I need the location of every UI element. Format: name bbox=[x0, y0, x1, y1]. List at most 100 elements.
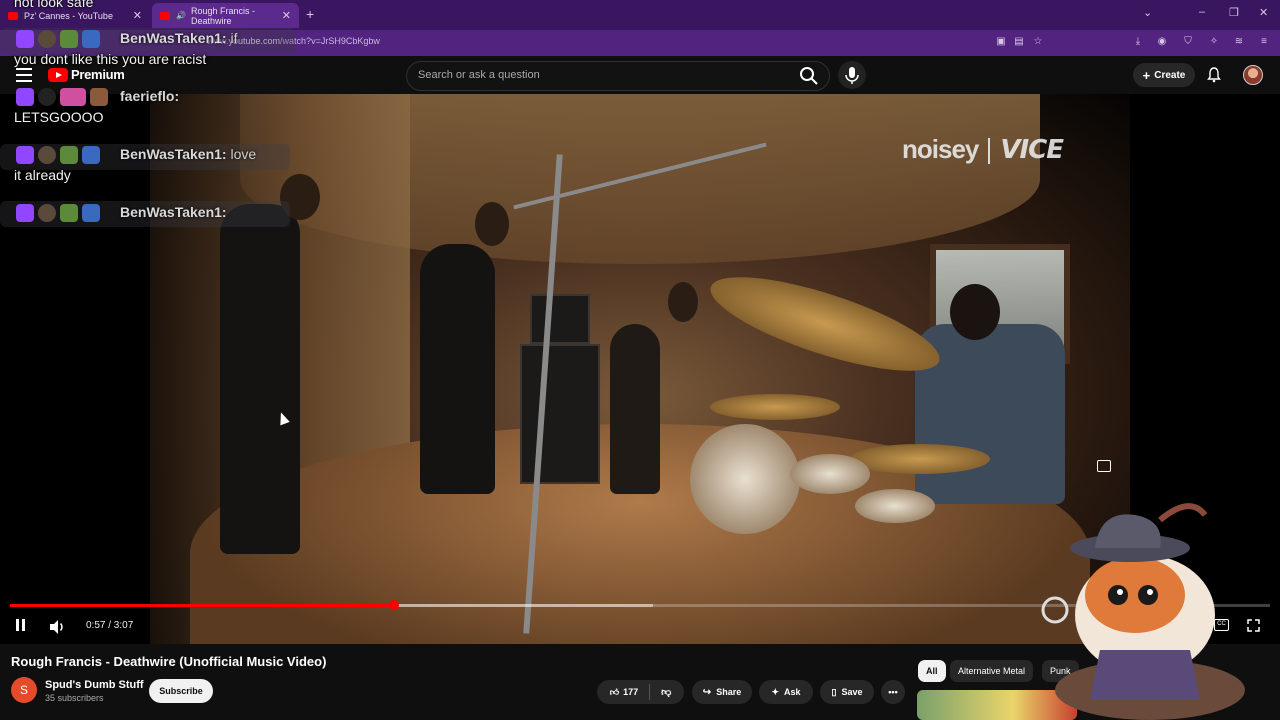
search-icon[interactable] bbox=[799, 66, 819, 86]
search-input[interactable]: Search or ask a question bbox=[418, 69, 540, 81]
picture-in-picture-icon[interactable]: ▣ bbox=[995, 36, 1007, 48]
like-count: 177 bbox=[623, 687, 639, 697]
tab-share-icon[interactable]: ▤ bbox=[1013, 36, 1025, 48]
window-close-icon[interactable]: ✕ bbox=[1259, 6, 1268, 19]
chat-username: faerieflo: bbox=[120, 88, 180, 104]
like-button[interactable]: 👍︎ 177 bbox=[610, 687, 638, 698]
youtube-play-logo-icon bbox=[48, 67, 68, 82]
share-icon: ↪ bbox=[702, 686, 712, 698]
watermark-vice: VICE bbox=[1000, 135, 1064, 165]
chat-username: BenWasTaken1: love bbox=[120, 146, 256, 162]
tab-close-icon[interactable]: ✕ bbox=[133, 9, 142, 22]
chip-all[interactable]: All bbox=[918, 660, 946, 682]
download-icon[interactable]: ⤓ bbox=[1132, 36, 1144, 48]
logo-text: Premium bbox=[71, 67, 125, 82]
ask-button[interactable]: ✦ Ask bbox=[759, 680, 813, 704]
twitch-badge-icon bbox=[16, 88, 34, 106]
streamer-mascot-overlay bbox=[1041, 503, 1245, 720]
drum-tom bbox=[690, 424, 800, 534]
amplifier bbox=[520, 344, 600, 484]
chat-user-label: BenWasTaken1: bbox=[120, 146, 227, 162]
volume-icon[interactable] bbox=[48, 619, 66, 635]
browser-tab-bar: Pz' Cannes - YouTube ✕ 🔊 Rough Francis -… bbox=[0, 0, 1280, 30]
emote-icon bbox=[60, 204, 78, 222]
profile-icon[interactable]: ◉ bbox=[1156, 36, 1168, 48]
maximize-icon[interactable]: ❐ bbox=[1229, 6, 1239, 19]
amplifier-head bbox=[530, 294, 590, 344]
time-display: 0:57 / 3:07 bbox=[86, 620, 134, 631]
chat-badges bbox=[16, 88, 108, 106]
bassist-head bbox=[668, 282, 698, 322]
chat-user-label: BenWasTaken1: bbox=[120, 30, 227, 46]
subscribe-button[interactable]: Subscribe bbox=[149, 679, 213, 703]
tab-list-chevron-icon[interactable]: ⌄ bbox=[1143, 6, 1152, 19]
flower-emote-icon bbox=[82, 204, 100, 222]
share-label: Share bbox=[716, 687, 742, 697]
video-player[interactable]: noisey VICE bbox=[150, 94, 1130, 644]
vocalist bbox=[420, 244, 495, 494]
chat-username: BenWasTaken1: bbox=[120, 204, 227, 220]
emote-icon bbox=[60, 146, 78, 164]
channel-name[interactable]: Spud's Dumb Stuff bbox=[45, 679, 144, 691]
chat-message-text: LETSGOOOO bbox=[14, 109, 104, 125]
chat-message-text: it already bbox=[14, 167, 71, 183]
drummer-head bbox=[950, 284, 1000, 340]
save-label: Save bbox=[841, 687, 863, 697]
browser-menu-icon[interactable]: ≡ bbox=[1258, 36, 1270, 48]
emote-icon bbox=[38, 30, 56, 48]
flower-emote-icon bbox=[82, 146, 100, 164]
thumbs-up-icon: 👍︎ bbox=[609, 686, 620, 697]
youtube-favicon-icon bbox=[160, 11, 170, 20]
speaker-icon: 🔊 bbox=[176, 11, 186, 20]
chip-alternative-metal[interactable]: Alternative Metal bbox=[950, 660, 1034, 682]
sparkle-icon: ✦ bbox=[771, 686, 780, 697]
bookmark-star-icon[interactable]: ☆ bbox=[1032, 36, 1044, 48]
extensions-icon[interactable]: ✧ bbox=[1208, 36, 1220, 48]
url-path: /watch?v=JrSH9CbKgbw bbox=[280, 36, 380, 46]
ask-label: Ask bbox=[784, 687, 801, 697]
account-avatar[interactable] bbox=[1243, 65, 1263, 85]
chat-badges bbox=[16, 30, 100, 48]
shield-icon[interactable]: ⛉ bbox=[1182, 36, 1194, 48]
vocalist-head bbox=[475, 202, 509, 246]
new-tab-icon[interactable]: + bbox=[306, 6, 314, 22]
youtube-premium-logo[interactable]: Premium bbox=[48, 67, 125, 82]
chat-message-fragment: not look safe bbox=[14, 0, 94, 10]
pause-button[interactable] bbox=[16, 618, 28, 634]
dislike-button[interactable]: 👎︎ bbox=[661, 686, 671, 698]
twitch-badge-icon bbox=[16, 30, 34, 48]
more-actions-button[interactable]: ••• bbox=[881, 680, 905, 704]
chat-message-text: you dont like this you are racist bbox=[14, 51, 207, 67]
save-button[interactable]: ▯ Save bbox=[820, 680, 874, 704]
wifi-icon[interactable]: ≋ bbox=[1233, 36, 1245, 48]
more-horizontal-icon: ••• bbox=[888, 687, 898, 697]
channel-avatar[interactable]: S bbox=[11, 677, 37, 703]
voice-search-button[interactable] bbox=[838, 61, 866, 89]
tab-close-icon[interactable]: ✕ bbox=[282, 9, 291, 22]
microphone-icon bbox=[845, 67, 859, 84]
emote-icon bbox=[60, 30, 78, 48]
create-button[interactable]: + Create bbox=[1133, 63, 1195, 87]
share-button[interactable]: ↪ Share bbox=[692, 680, 752, 704]
hamburger-menu-icon[interactable] bbox=[16, 68, 32, 82]
thumbs-down-icon: 👎︎ bbox=[661, 687, 672, 698]
twitch-badge-icon bbox=[16, 204, 34, 222]
miniplayer-icon[interactable] bbox=[1097, 460, 1111, 472]
video-title: Rough Francis - Deathwire (Unofficial Mu… bbox=[11, 654, 327, 669]
twitch-badge-icon bbox=[16, 146, 34, 164]
flower-emote-icon bbox=[82, 30, 100, 48]
bassist bbox=[610, 324, 660, 494]
tab-title: Rough Francis - Deathwire bbox=[190, 5, 255, 26]
youtube-favicon-icon bbox=[8, 11, 18, 20]
subscriber-count: 35 subscribers bbox=[45, 693, 104, 703]
create-label: Create bbox=[1154, 69, 1186, 81]
chat-inline-text: if bbox=[230, 30, 238, 46]
drum-floor-tom bbox=[855, 489, 935, 523]
cymbal-hihat bbox=[710, 394, 840, 420]
minimize-icon[interactable]: – bbox=[1199, 6, 1205, 18]
notifications-bell-icon[interactable] bbox=[1206, 67, 1222, 83]
emote-icon bbox=[38, 88, 56, 106]
browser-tab-active[interactable]: 🔊 Rough Francis - Deathwire ✕ bbox=[152, 3, 299, 28]
chat-badges bbox=[16, 204, 100, 222]
like-dislike-group: 👍︎ 177 👎︎ bbox=[597, 680, 684, 704]
